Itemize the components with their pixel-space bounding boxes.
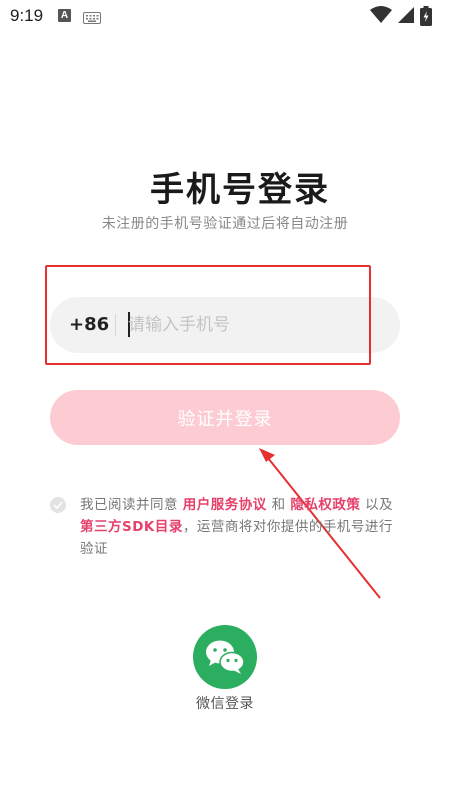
status-bar: 9:19 A (0, 0, 450, 32)
agreement-text: 我已阅读并同意 用户服务协议 和 隐私权政策 以及 第三方SDK目录，运营商将对… (80, 494, 400, 560)
status-icons (370, 6, 440, 26)
keyboard-icon (83, 9, 101, 28)
battery-charging-icon (420, 6, 432, 26)
annotation-highlight-box (45, 265, 371, 365)
check-icon (53, 501, 63, 509)
agreement-checkbox[interactable] (50, 497, 66, 513)
signal-icon (398, 7, 414, 23)
sdk-list-link[interactable]: 第三方SDK目录 (80, 519, 183, 535)
page-subtitle: 未注册的手机号验证通过后将自动注册 (101, 216, 349, 232)
wifi-icon (370, 6, 392, 23)
page-title: 手机号登录 (150, 170, 330, 210)
agreement-prefix: 我已阅读并同意 (80, 497, 183, 513)
status-time: 9:19 (10, 6, 44, 25)
agreement-mid: 以及 (360, 497, 394, 513)
user-agreement-link[interactable]: 用户服务协议 (183, 497, 267, 513)
verify-login-button[interactable]: 验证并登录 (50, 390, 400, 445)
wechat-login-button[interactable] (193, 625, 257, 689)
agreement-and: 和 (266, 497, 291, 513)
wechat-icon (206, 640, 245, 674)
wechat-login-label: 微信登录 (196, 696, 254, 712)
login-screen: 9:19 A 手机号登录 未注册的手机号验证通过后将自动注册 +86 请输入手机… (0, 0, 450, 800)
a-notification-icon: A (58, 9, 71, 22)
privacy-policy-link[interactable]: 隐私权政策 (290, 497, 360, 513)
